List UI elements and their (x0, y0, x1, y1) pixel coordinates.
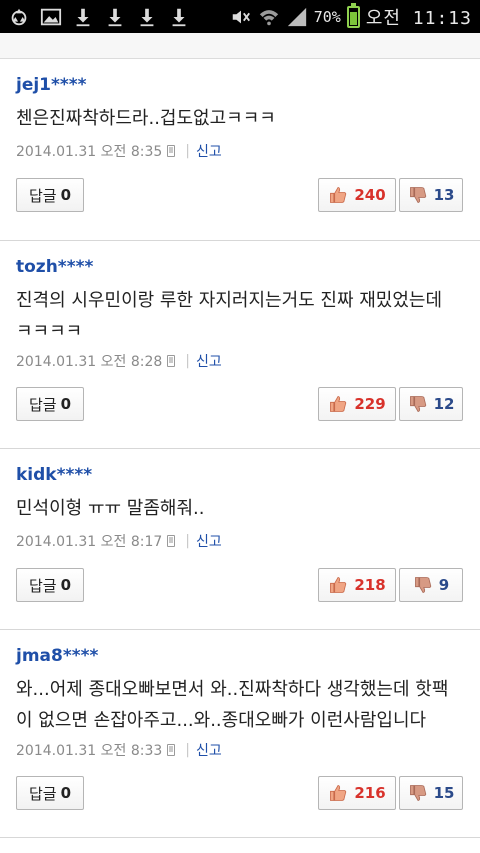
download-icon (104, 6, 126, 28)
report-link[interactable]: 신고 (196, 531, 222, 551)
reply-button[interactable]: 답글 0 (16, 387, 84, 421)
clock: 오전 11:13 (365, 7, 472, 29)
recycle-icon (8, 6, 30, 28)
notification-icons (8, 4, 190, 29)
reply-label: 답글 (28, 576, 57, 595)
image-icon (40, 6, 62, 28)
separator: | (185, 742, 190, 758)
comment-text-line: 와...어제 종대오빠보면서 와..진짜착하다 생각했는데 핫팩 (16, 679, 449, 700)
reply-count: 0 (60, 576, 72, 594)
comment-text: 와...어제 종대오빠보면서 와..진짜착하다 생각했는데 핫팩 이 없으면 손… (16, 674, 464, 736)
comment-text-line: 민석이형 ㅠㅠ 말좀해줘.. (16, 498, 205, 519)
reply-count: 0 (60, 186, 72, 204)
comment-date: 2014.01.31 오전 8:17 (16, 534, 163, 550)
separator: | (185, 353, 190, 369)
like-count: 240 (354, 186, 386, 204)
separator: | (185, 143, 190, 159)
mobile-icon (167, 355, 176, 367)
like-count: 218 (354, 576, 386, 594)
thumbs-down-icon (414, 577, 431, 593)
reply-button[interactable]: 답글 0 (16, 178, 84, 212)
dislike-count: 9 (438, 576, 450, 594)
thumbs-up-icon (330, 396, 347, 412)
mobile-icon (167, 535, 176, 547)
like-button[interactable]: 229 (318, 387, 396, 421)
system-icons: 70% 오전 11:13 (230, 0, 472, 33)
thumbs-down-icon (409, 187, 426, 203)
dislike-count: 15 (433, 784, 455, 802)
reply-label: 답글 (28, 395, 57, 414)
comment-text-line: 진격의 시우민이랑 루한 자지러지는거도 진짜 재밌었는데 (16, 290, 443, 311)
dislike-count: 13 (433, 186, 455, 204)
comment-item: kidk**** 민석이형 ㅠㅠ 말좀해줘.. 2014.01.31 오전 8:… (0, 449, 480, 630)
thumbs-up-icon (330, 785, 347, 801)
reply-count: 0 (60, 395, 72, 413)
comment-meta: 2014.01.31 오전 8:33 | 신고 (16, 740, 222, 760)
status-bar: 70% 오전 11:13 (0, 0, 480, 33)
thumbs-up-icon (330, 187, 347, 203)
comment-item: jma8**** 와...어제 종대오빠보면서 와..진짜착하다 생각했는데 핫… (0, 630, 480, 838)
download-icon (72, 6, 94, 28)
report-link[interactable]: 신고 (196, 351, 222, 371)
like-count: 216 (354, 784, 386, 802)
comment-meta: 2014.01.31 오전 8:35 | 신고 (16, 141, 222, 161)
comment-text-line: ㅋㅋㅋㅋ (16, 321, 83, 342)
battery-percent: 70% (313, 7, 341, 26)
signal-icon (286, 6, 308, 28)
wifi-icon (258, 6, 280, 28)
comment-text-line: 첸은진짜착하드라..겁도없고ㅋㅋㅋ (16, 108, 276, 129)
comment-text: 민석이형 ㅠㅠ 말좀해줘.. (16, 493, 464, 524)
dislike-button[interactable]: 12 (399, 387, 463, 421)
comment-meta: 2014.01.31 오전 8:28 | 신고 (16, 351, 222, 371)
comment-username[interactable]: tozh**** (16, 257, 93, 277)
thumbs-down-icon (409, 396, 426, 412)
dislike-button[interactable]: 9 (399, 568, 463, 602)
comment-item: jej1**** 첸은진짜착하드라..겁도없고ㅋㅋㅋ 2014.01.31 오전… (0, 59, 480, 241)
reply-button[interactable]: 답글 0 (16, 568, 84, 602)
mobile-icon (167, 145, 176, 157)
reply-button[interactable]: 답글 0 (16, 776, 84, 810)
like-button[interactable]: 216 (318, 776, 396, 810)
like-button[interactable]: 240 (318, 178, 396, 212)
comment-date: 2014.01.31 오전 8:28 (16, 354, 163, 370)
reply-count: 0 (60, 784, 72, 802)
comment-list: jej1**** 첸은진짜착하드라..겁도없고ㅋㅋㅋ 2014.01.31 오전… (0, 59, 480, 838)
comment-text: 진격의 시우민이랑 루한 자지러지는거도 진짜 재밌었는데 ㅋㅋㅋㅋ (16, 285, 464, 347)
download-icon (168, 6, 190, 28)
dislike-button[interactable]: 13 (399, 178, 463, 212)
comment-text: 첸은진짜착하드라..겁도없고ㅋㅋㅋ (16, 103, 464, 134)
battery-icon (346, 2, 360, 28)
dislike-button[interactable]: 15 (399, 776, 463, 810)
mute-icon (230, 6, 252, 28)
download-icon (136, 6, 158, 28)
reply-label: 답글 (28, 784, 57, 803)
like-count: 229 (354, 395, 386, 413)
report-link[interactable]: 신고 (196, 740, 222, 760)
comment-text-line: 이 없으면 손잡아주고...와..종대오빠가 이런사람입니다 (16, 710, 427, 731)
thumbs-up-icon (330, 577, 347, 593)
comment-username[interactable]: jma8**** (16, 646, 98, 666)
like-button[interactable]: 218 (318, 568, 396, 602)
comment-date: 2014.01.31 오전 8:35 (16, 144, 163, 160)
comment-username[interactable]: jej1**** (16, 75, 87, 95)
separator: | (185, 533, 190, 549)
report-link[interactable]: 신고 (196, 141, 222, 161)
comment-item: tozh**** 진격의 시우민이랑 루한 자지러지는거도 진짜 재밌었는데 ㅋ… (0, 241, 480, 449)
dislike-count: 12 (433, 395, 455, 413)
mobile-icon (167, 744, 176, 756)
thumbs-down-icon (409, 785, 426, 801)
reply-label: 답글 (28, 186, 57, 205)
comment-date: 2014.01.31 오전 8:33 (16, 743, 163, 759)
comment-meta: 2014.01.31 오전 8:17 | 신고 (16, 531, 222, 551)
comment-username[interactable]: kidk**** (16, 465, 92, 485)
list-top-edge (0, 33, 480, 59)
